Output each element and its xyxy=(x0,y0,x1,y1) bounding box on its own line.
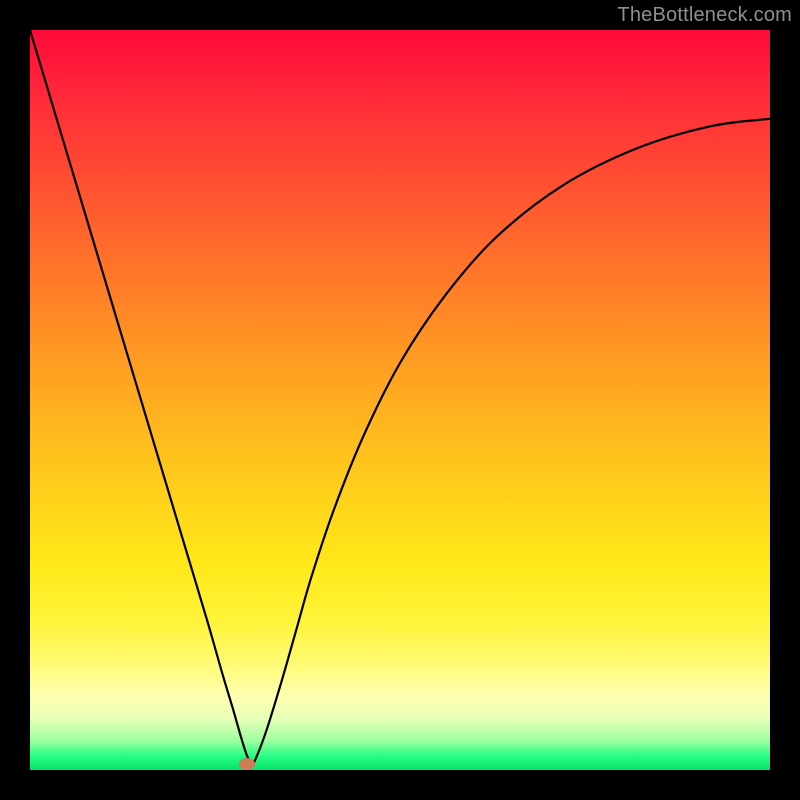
curve-layer xyxy=(30,30,770,770)
chart-frame: TheBottleneck.com xyxy=(0,0,800,800)
plot-area xyxy=(30,30,770,770)
bottleneck-curve xyxy=(30,30,770,764)
watermark-text: TheBottleneck.com xyxy=(617,4,792,27)
minimum-marker xyxy=(239,758,255,770)
